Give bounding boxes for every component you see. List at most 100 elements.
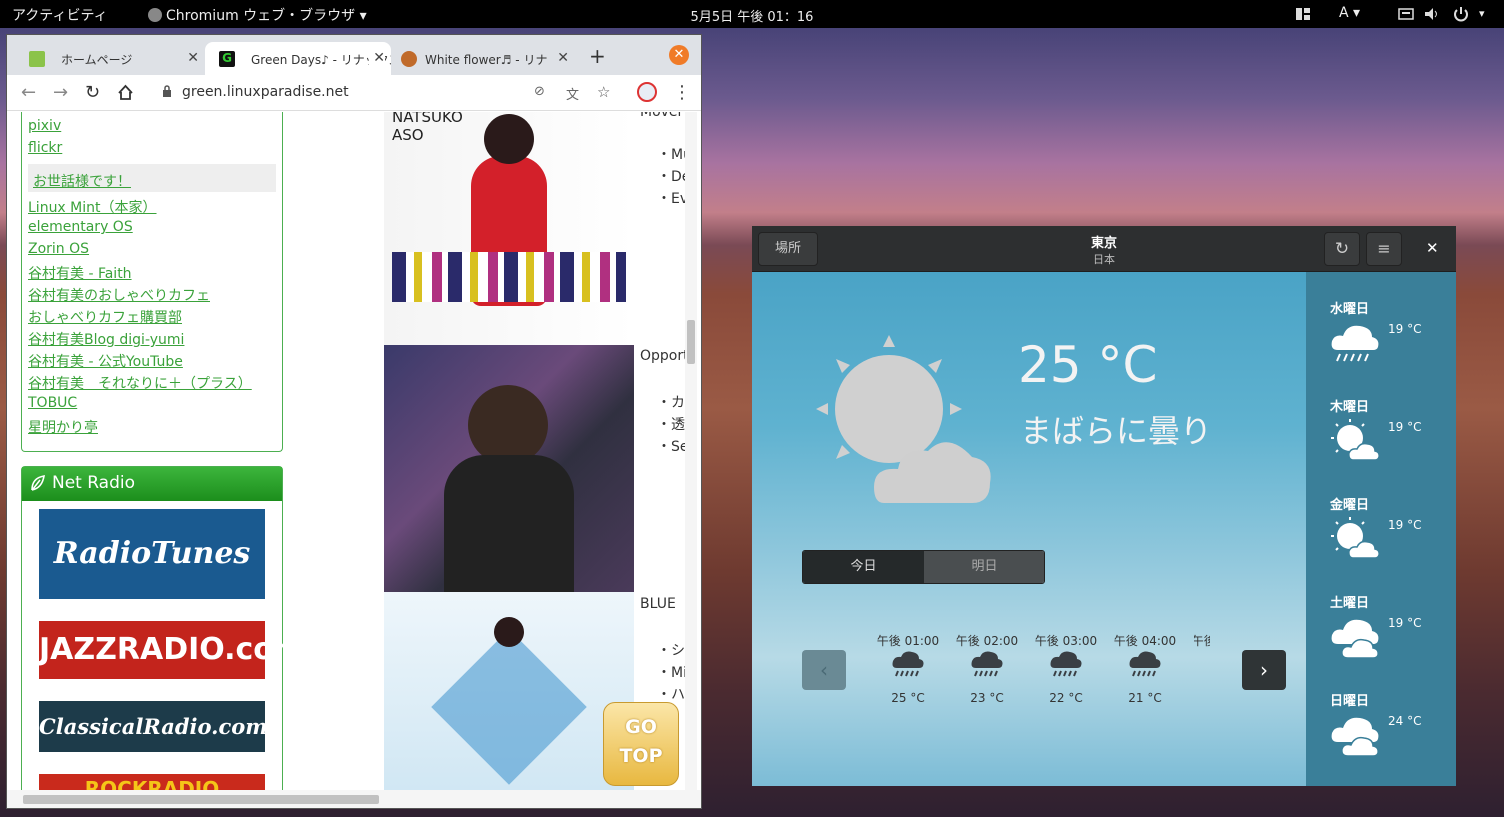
browser-window: ホームページ ✕ G Green Days♪ - リナックス ✕ White f… [6, 34, 702, 809]
sidebar-link[interactable]: Zorin OS [28, 241, 89, 257]
top-bar: アクティビティ Chromium ウェブ・ブラウザ ▾ 5月5日 午後 01：1… [0, 0, 1504, 28]
net-radio-header: Net Radio [22, 467, 282, 501]
inhi-letters [392, 252, 626, 302]
album-cover-inhi[interactable]: NATSUKO ASO [384, 112, 634, 345]
partly-cloudy-icon [1331, 517, 1380, 559]
partly-cloudy-icon [1331, 419, 1380, 461]
sidebar-link[interactable]: 谷村有美 - Faith [28, 263, 132, 283]
hamburger-menu-icon[interactable]: ≡ [1366, 232, 1402, 266]
tab-tomorrow[interactable]: 明日 [924, 551, 1044, 583]
address-bar[interactable]: green.linuxparadise.net [182, 84, 349, 100]
close-window-icon[interactable]: ✕ [1426, 239, 1439, 257]
hour-forecast: 午後 02:00 23 °C [952, 632, 1022, 705]
blocked-popup-icon[interactable]: ⊘ [534, 84, 545, 99]
next-hours-button[interactable]: › [1242, 650, 1286, 690]
sidebar-link[interactable]: 谷村有美のおしゃべりカフェ [28, 285, 210, 305]
system-menu-arrow[interactable]: ▾ [1479, 7, 1485, 20]
translate-icon[interactable]: 文 [566, 84, 579, 103]
horizontal-scroll-thumb[interactable] [23, 795, 379, 804]
back-arrow-icon[interactable]: ← [21, 82, 36, 103]
sidebar-link[interactable]: 星明かり亭 [28, 417, 98, 437]
album-title[interactable]: BLUE [640, 596, 676, 612]
vertical-scroll-thumb[interactable] [687, 320, 695, 364]
day-name: 水曜日 [1330, 302, 1370, 317]
day-temp: 19 °C [1388, 420, 1422, 434]
day-forecast: 土曜日 19 °C [1330, 592, 1450, 659]
home-icon[interactable] [117, 82, 134, 106]
sidebar-link[interactable]: elementary OS [28, 219, 133, 235]
go-top-button[interactable]: GO TOP [603, 702, 679, 786]
hour-forecast-clipped: 午後 05:00 [1194, 632, 1210, 692]
volume-icon[interactable] [1424, 6, 1440, 22]
sidebar-link[interactable]: 谷村有美 - 公式YouTube [28, 351, 183, 371]
clock[interactable]: 5月5日 午後 01：16 [0, 6, 1504, 25]
weekly-forecast: 水曜日 19 °C 木曜日 19 °C 金曜日 19 °C 土曜日 19 °C … [1306, 272, 1456, 786]
vertical-scrollbar[interactable] [685, 112, 697, 792]
forward-arrow-icon[interactable]: → [53, 82, 68, 103]
day-temp: 24 °C [1388, 714, 1422, 728]
day-forecast: 日曜日 24 °C [1330, 690, 1450, 757]
tab-white-flower[interactable]: White flower♬ - リナ ✕ [391, 42, 575, 75]
leaf-favicon-icon [29, 51, 45, 67]
net-radio-box: Net Radio RadioTunes JAZZRADIO.com Class… [21, 466, 305, 792]
sidebar-link[interactable]: 谷村有美Blog digi-yumi [28, 329, 184, 349]
hour-forecast: 午後 01:00 25 °C [873, 632, 943, 705]
hour-time: 午後 03:00 [1034, 634, 1098, 648]
album-cover-opportunity[interactable] [384, 345, 634, 592]
sidebar-link[interactable]: TOBUC [28, 395, 77, 411]
input-method-indicator[interactable]: A ▾ [1339, 5, 1360, 21]
album-title[interactable]: Opport [640, 348, 689, 364]
profile-avatar-icon[interactable] [637, 82, 657, 107]
current-temperature: 25 °C [1018, 336, 1158, 394]
day-name: 木曜日 [1330, 400, 1370, 415]
bullet: ・シ [657, 643, 685, 659]
day-name: 日曜日 [1330, 694, 1370, 709]
day-forecast: 木曜日 19 °C [1330, 396, 1450, 461]
close-window-button[interactable]: ✕ [669, 45, 689, 65]
album-cover-blue[interactable] [384, 592, 634, 792]
weather-main: 25 °C まばらに曇り 今日 明日 ‹ 午後 01:00 25 °C 午後 0… [752, 272, 1306, 786]
sidebar-link[interactable]: Linux Mint（本家） [28, 197, 157, 217]
bookmark-star-icon[interactable]: ☆ [597, 83, 610, 101]
bullet: ・Mi [657, 665, 687, 681]
weather-window: 場所 東京 日本 ↻ ≡ ✕ 25 °C まばらに曇り 今日 明日 ‹ 午後 0… [752, 226, 1456, 786]
horizontal-scrollbar[interactable] [7, 790, 701, 808]
go-top-line1: GO [625, 716, 657, 738]
tab-today[interactable]: 今日 [803, 551, 924, 583]
prev-hours-button[interactable]: ‹ [802, 650, 846, 690]
menu-kebab-icon[interactable]: ⋮ [673, 82, 691, 103]
section-label[interactable]: お世話様です！ [33, 171, 131, 191]
reload-icon[interactable]: ↻ [85, 82, 100, 103]
browser-toolbar: ← → ↻ green.linuxparadise.net ⊘ 文 ☆ ⋮ [7, 75, 701, 111]
classicalradio-banner[interactable]: ClassicalRadio.com [39, 701, 267, 752]
sidebar-link[interactable]: 谷村有美 それなりに＋（プラス） [28, 373, 252, 393]
jazzradio-banner[interactable]: JAZZRADIO.com [39, 621, 305, 679]
hour-time: 午後 04:00 [1113, 634, 1177, 648]
hour-temp: 23 °C [970, 691, 1004, 705]
link-flickr[interactable]: flickr [28, 140, 62, 156]
tab-close-icon[interactable]: ✕ [369, 50, 385, 66]
tab-green-days[interactable]: G Green Days♪ - リナックス ✕ [205, 42, 391, 75]
window-layout-icon[interactable] [1295, 6, 1311, 22]
power-icon[interactable] [1453, 6, 1469, 22]
tab-close-icon[interactable]: ✕ [187, 50, 199, 66]
radiotunes-banner[interactable]: RadioTunes [39, 509, 265, 599]
keyboard-icon[interactable] [1398, 6, 1414, 22]
tab-close-icon[interactable]: ✕ [553, 50, 569, 66]
tab-strip: ホームページ ✕ G Green Days♪ - リナックス ✕ White f… [7, 35, 701, 75]
page-content: pixiv flickr お世話様です！ Linux Mint（本家） elem… [7, 112, 689, 792]
album-cover-title: NATSUKO ASO [392, 112, 463, 144]
sidebar-link[interactable]: おしゃべりカフェ購買部 [28, 307, 182, 327]
partly-cloudy-large-icon [812, 327, 992, 517]
day-forecast: 水曜日 19 °C [1330, 298, 1450, 362]
bullet: ・Ev [657, 191, 689, 207]
section-header: お世話様です！ [28, 164, 276, 192]
hour-temp: 22 °C [1049, 691, 1083, 705]
hour-temp: 25 °C [891, 691, 925, 705]
tab-home[interactable]: ホームページ ✕ [15, 42, 205, 75]
new-tab-button[interactable]: + [589, 44, 606, 68]
refresh-icon[interactable]: ↻ [1324, 232, 1360, 266]
link-pixiv[interactable]: pixiv [28, 118, 61, 134]
bullet: ・透 [657, 417, 685, 433]
lock-icon[interactable] [162, 85, 172, 101]
